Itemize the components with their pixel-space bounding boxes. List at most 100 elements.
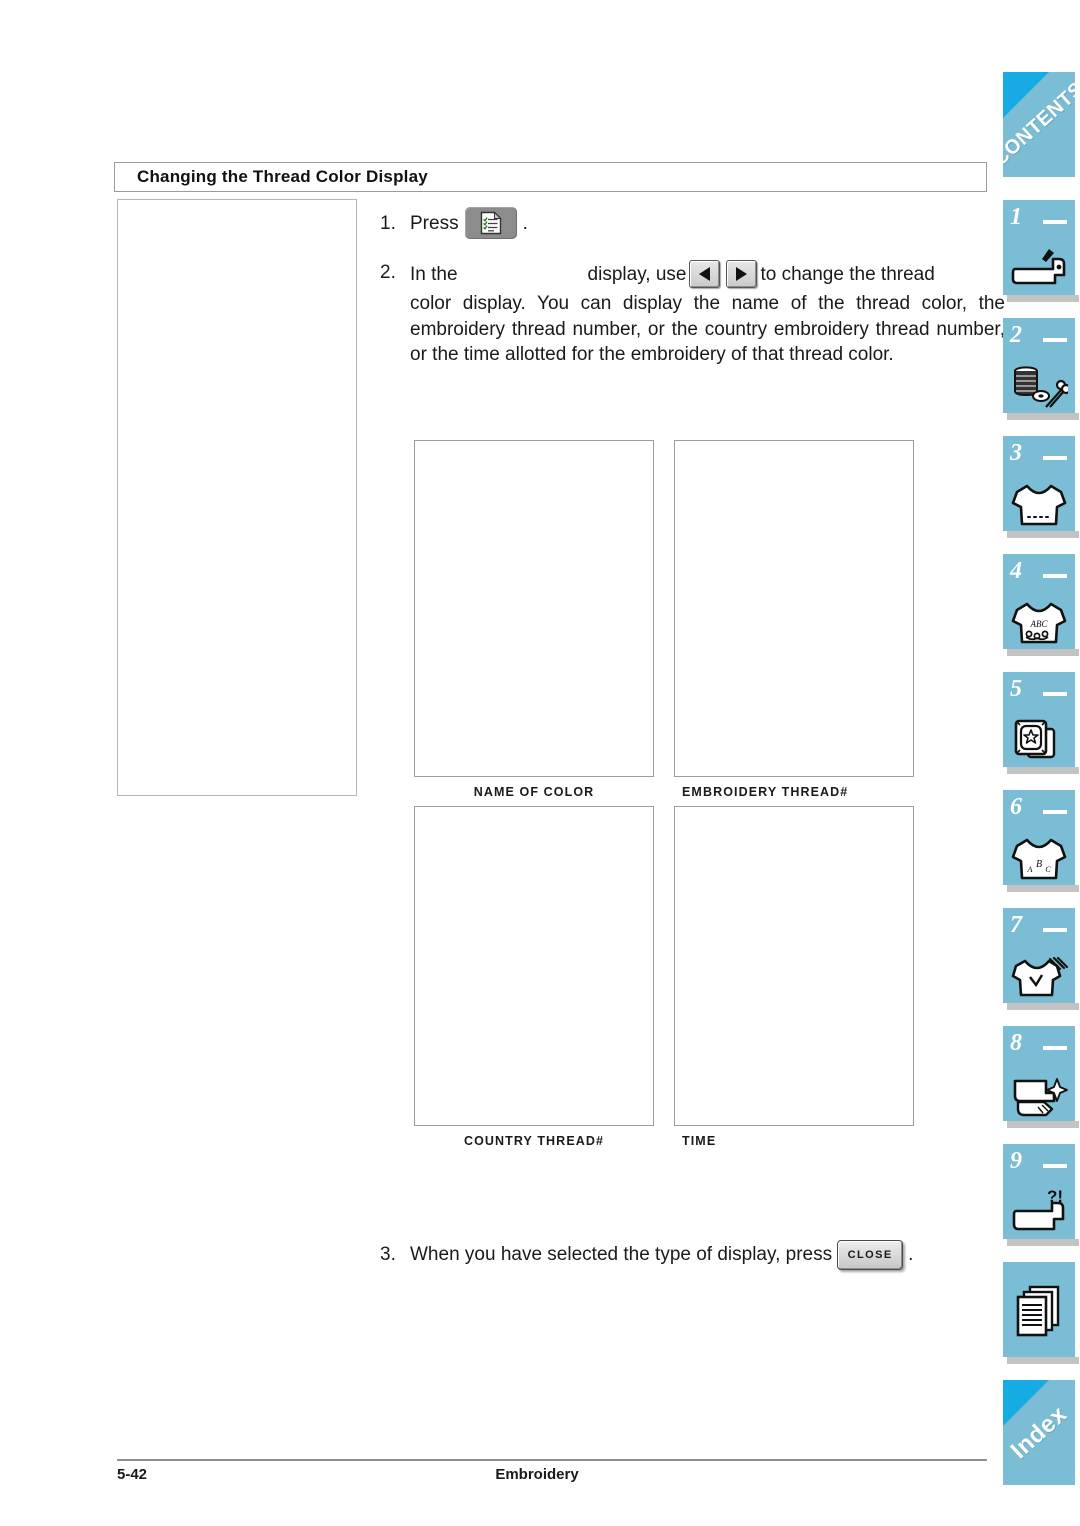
svg-text:A: A bbox=[1027, 865, 1033, 874]
tab-dash-icon bbox=[1043, 220, 1067, 224]
screen-caption: EMBROIDERY THREAD# bbox=[682, 785, 849, 799]
step-3-text-after: . bbox=[908, 1244, 914, 1265]
close-button[interactable]: CLOSE bbox=[837, 1240, 904, 1270]
tab-9[interactable]: 9 ?! bbox=[1003, 1144, 1079, 1246]
tshirt-icon bbox=[1003, 483, 1075, 527]
tab-1[interactable]: 1 bbox=[1003, 200, 1079, 302]
tab-7[interactable]: 7 bbox=[1003, 908, 1079, 1010]
chapter-tab-rail: CONTENTS 1 2 3 4 ABC 5 6 B A C 7 8 9 ?! … bbox=[1003, 0, 1080, 1526]
tab-shadow bbox=[1007, 1239, 1079, 1246]
left-illustration-box bbox=[117, 199, 357, 796]
tab-dash-icon bbox=[1043, 810, 1067, 814]
embroidery-card-icon bbox=[1003, 717, 1075, 763]
tab-dash-icon bbox=[1043, 1046, 1067, 1050]
screen-caption: NAME OF COLOR bbox=[473, 785, 595, 799]
machine-question-icon: ?! bbox=[1003, 1189, 1075, 1235]
screen-sample-row: COUNTRY THREAD# TIME bbox=[414, 806, 924, 1148]
tab-shadow bbox=[1007, 767, 1079, 774]
tab-shadow bbox=[1007, 649, 1079, 656]
svg-text:B: B bbox=[1036, 859, 1042, 870]
footer-divider bbox=[117, 1459, 987, 1461]
screen-image bbox=[674, 440, 914, 777]
tab-appendix[interactable] bbox=[1003, 1262, 1079, 1364]
page-footer: 5-42 Embroidery bbox=[117, 1466, 987, 1483]
step-1-text-after: . bbox=[522, 212, 528, 234]
tab-dash-icon bbox=[1043, 574, 1067, 578]
tab-6[interactable]: 6 B A C bbox=[1003, 790, 1079, 892]
tab-5-number: 5 bbox=[1010, 676, 1022, 702]
tshirt-tools-icon bbox=[1003, 955, 1075, 999]
screen-sample-name-of-color: NAME OF COLOR bbox=[414, 440, 654, 799]
page-title: Changing the Thread Color Display bbox=[137, 167, 428, 186]
tab-shadow bbox=[1007, 413, 1079, 420]
document-stack-icon bbox=[1003, 1262, 1075, 1357]
tshirt-letters-icon: B A C bbox=[1003, 837, 1075, 881]
screen-sample-time: TIME bbox=[674, 806, 914, 1148]
tab-contents[interactable]: CONTENTS bbox=[1003, 72, 1075, 177]
tab-shadow bbox=[1007, 1121, 1079, 1128]
machine-cleaning-icon bbox=[1003, 1071, 1075, 1117]
tab-8[interactable]: 8 bbox=[1003, 1026, 1079, 1128]
manual-page: Changing the Thread Color Display 1. Pre… bbox=[0, 0, 1080, 1526]
step-1-text-before: Press bbox=[410, 212, 459, 234]
tab-7-number: 7 bbox=[1010, 912, 1022, 938]
spool-and-scissors-icon bbox=[1003, 363, 1075, 409]
screen-image bbox=[414, 440, 654, 777]
tab-dash-icon bbox=[1043, 456, 1067, 460]
tab-dash-icon bbox=[1043, 338, 1067, 342]
step-2: 2. In the display, use to change the thr… bbox=[380, 260, 1005, 368]
step-2-text-start: In the bbox=[410, 263, 458, 285]
right-arrow-icon bbox=[736, 267, 748, 281]
tab-shadow bbox=[1007, 1357, 1079, 1364]
tab-8-number: 8 bbox=[1010, 1030, 1022, 1056]
thread-color-display-icon bbox=[480, 211, 502, 235]
tab-6-number: 6 bbox=[1010, 794, 1022, 820]
tab-shadow bbox=[1007, 1003, 1079, 1010]
step-1-number: 1. bbox=[380, 212, 396, 234]
step-3-text-before: When you have selected the type of displ… bbox=[410, 1244, 833, 1265]
tab-shadow bbox=[1007, 531, 1079, 538]
step-2-number: 2. bbox=[380, 262, 396, 283]
screen-sample-country-thread: COUNTRY THREAD# bbox=[414, 806, 654, 1148]
tab-2[interactable]: 2 bbox=[1003, 318, 1079, 420]
screen-caption: COUNTRY THREAD# bbox=[463, 1134, 605, 1148]
screen-sample-row: NAME OF COLOR EMBROIDERY THREAD# bbox=[414, 440, 924, 799]
step-3: 3. When you have selected the type of di… bbox=[380, 1240, 913, 1270]
tab-dash-icon bbox=[1043, 928, 1067, 932]
tab-shadow bbox=[1007, 295, 1079, 302]
tab-5[interactable]: 5 bbox=[1003, 672, 1079, 774]
tab-9-number: 9 bbox=[1010, 1148, 1022, 1174]
tab-index[interactable]: Index bbox=[1003, 1380, 1075, 1485]
chapter-name: Embroidery bbox=[495, 1466, 579, 1483]
step-3-number: 3. bbox=[380, 1244, 396, 1265]
tshirt-abc-icon: ABC bbox=[1003, 601, 1075, 645]
svg-text:?!: ?! bbox=[1047, 1189, 1063, 1206]
previous-color-button[interactable] bbox=[689, 260, 721, 288]
screen-sample-grid: NAME OF COLOR EMBROIDERY THREAD# COUNTRY… bbox=[414, 440, 924, 1148]
sewing-machine-icon bbox=[1003, 245, 1075, 291]
step-1: 1. Press . bbox=[380, 200, 990, 246]
screen-image bbox=[414, 806, 654, 1126]
svg-text:ABC: ABC bbox=[1030, 619, 1049, 629]
tab-dash-icon bbox=[1043, 1164, 1067, 1168]
step-2-text-end: to change the thread bbox=[760, 263, 935, 285]
tab-shadow bbox=[1007, 885, 1079, 892]
page-number: 5-42 bbox=[117, 1466, 148, 1483]
svg-text:C: C bbox=[1045, 865, 1051, 874]
tab-1-number: 1 bbox=[1010, 204, 1022, 230]
step-2-paragraph: color display. You can display the name … bbox=[410, 293, 1005, 365]
screen-caption: TIME bbox=[682, 1134, 717, 1148]
tab-3-number: 3 bbox=[1010, 440, 1022, 466]
next-color-button[interactable] bbox=[726, 260, 758, 288]
screen-image bbox=[674, 806, 914, 1126]
thread-color-display-button[interactable] bbox=[464, 207, 517, 239]
step-2-text-mid: display, use bbox=[587, 263, 687, 285]
tab-3[interactable]: 3 bbox=[1003, 436, 1079, 538]
tab-contents-label: CONTENTS bbox=[1003, 77, 1075, 171]
tab-dash-icon bbox=[1043, 692, 1067, 696]
tab-4[interactable]: 4 ABC bbox=[1003, 554, 1079, 656]
screen-sample-embroidery-thread: EMBROIDERY THREAD# bbox=[674, 440, 914, 799]
tab-2-number: 2 bbox=[1010, 322, 1022, 348]
tab-4-number: 4 bbox=[1010, 558, 1022, 584]
section-header: Changing the Thread Color Display bbox=[114, 162, 987, 192]
